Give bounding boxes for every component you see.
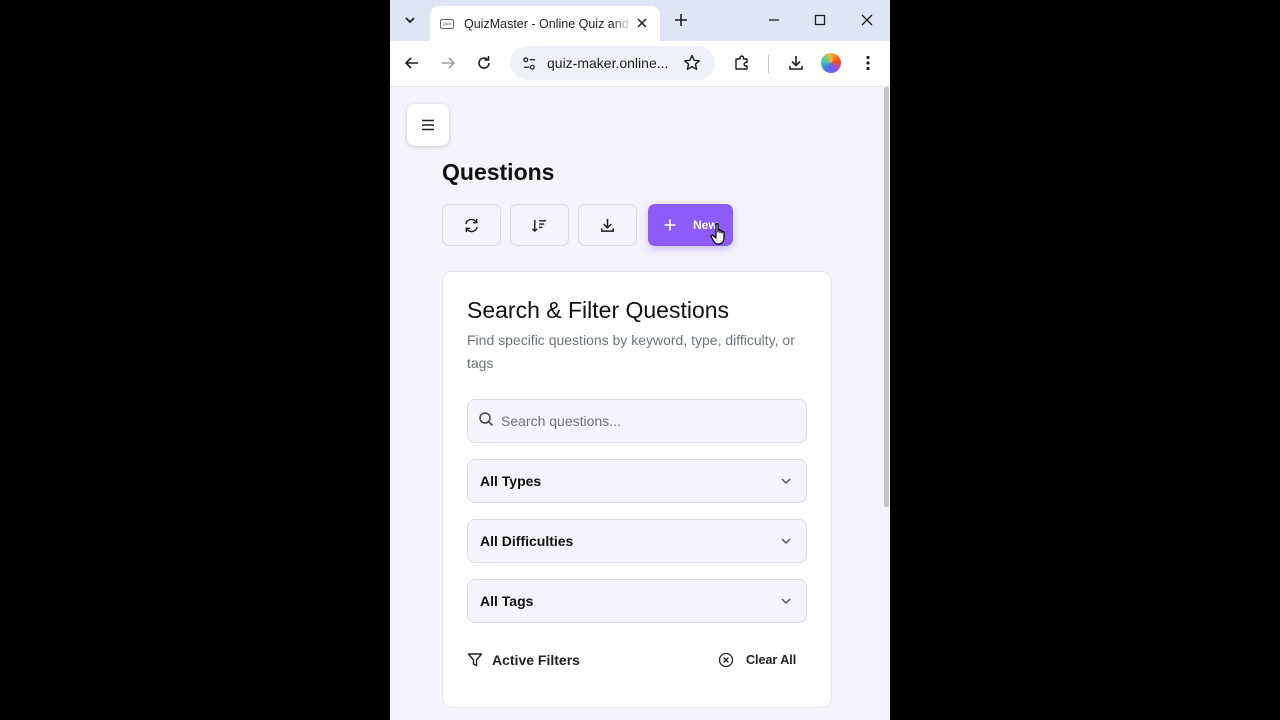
browser-tab[interactable]: Quiz Maker QuizMaster - Online Quiz and … [430, 6, 660, 41]
card-description: Find specific questions by keyword, type… [467, 332, 795, 371]
browser-toolbar: quiz-maker.online... [390, 41, 890, 87]
tags-select-value: All Tags [480, 593, 534, 609]
bookmark-star-icon[interactable] [682, 53, 702, 73]
site-settings-icon[interactable] [522, 56, 537, 71]
back-arrow-icon[interactable] [402, 53, 422, 73]
chevron-down-icon [781, 538, 791, 544]
page-content: Questions New Search & Filter Questions … [390, 87, 884, 720]
new-tab-icon[interactable] [671, 10, 691, 30]
download-icon [601, 218, 614, 232]
card-title: Search & Filter Questions [467, 297, 730, 323]
profile-avatar[interactable] [821, 53, 841, 73]
hand-pointer-cursor-icon [710, 223, 725, 245]
chevron-down-icon [781, 478, 791, 484]
search-input[interactable]: Search questions... [467, 399, 807, 443]
hamburger-menu-button[interactable] [407, 104, 449, 146]
reload-icon[interactable] [474, 53, 494, 73]
plus-icon [664, 219, 676, 231]
sort-icon [531, 219, 547, 232]
export-button[interactable] [578, 204, 637, 246]
clear-all-label: Clear All [746, 653, 797, 667]
maximize-icon[interactable] [810, 10, 830, 30]
refresh-icon [465, 218, 478, 232]
forward-arrow-icon[interactable] [438, 53, 458, 73]
page-title: Questions [442, 159, 555, 185]
filter-icon [467, 653, 483, 667]
close-window-icon[interactable] [857, 10, 877, 30]
scrollbar[interactable] [884, 87, 890, 720]
active-filters: Active Filters [467, 652, 580, 668]
minimize-icon[interactable] [764, 10, 784, 30]
type-select[interactable]: All Types [467, 459, 807, 503]
url-text: quiz-maker.online... [547, 55, 669, 71]
tags-select[interactable]: All Tags [467, 579, 807, 623]
chevron-down-icon [405, 17, 415, 24]
browser-window: Quiz Maker QuizMaster - Online Quiz and … [390, 0, 890, 720]
tab-strip: Quiz Maker QuizMaster - Online Quiz and … [390, 0, 890, 41]
tab-title: QuizMaster - Online Quiz and AI [464, 16, 632, 31]
refresh-button[interactable] [442, 204, 501, 246]
type-select-value: All Types [480, 473, 542, 489]
sort-button[interactable] [510, 204, 569, 246]
search-placeholder: Search questions... [501, 413, 621, 429]
toolbar-divider [768, 55, 769, 73]
clear-all-button[interactable]: Clear All [718, 652, 796, 668]
extensions-puzzle-icon[interactable] [732, 53, 752, 73]
active-filters-label: Active Filters [492, 652, 580, 668]
search-icon [479, 412, 494, 427]
downloads-icon[interactable] [786, 53, 806, 73]
difficulty-select-value: All Difficulties [480, 533, 574, 549]
chevron-down-icon [781, 598, 791, 604]
close-tab-icon[interactable] [634, 15, 650, 31]
clear-circle-x-icon [718, 652, 734, 668]
tab-search-button[interactable] [398, 8, 422, 32]
scrollbar-thumb[interactable] [884, 87, 889, 507]
search-filter-card: Search & Filter Questions Find specific … [442, 271, 832, 708]
favicon: Quiz Maker [440, 18, 454, 29]
hamburger-icon [422, 119, 434, 131]
more-menu-icon[interactable] [858, 53, 878, 73]
difficulty-select[interactable]: All Difficulties [467, 519, 807, 563]
